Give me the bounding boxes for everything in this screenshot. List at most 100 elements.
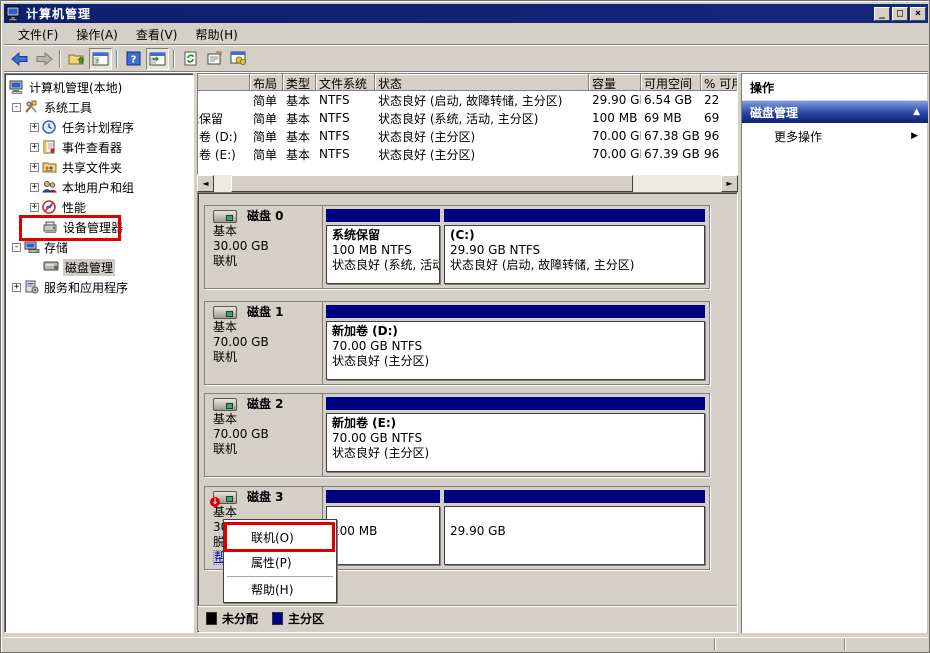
legend-label: 主分区 [288, 610, 324, 627]
app-icon [6, 6, 22, 21]
collapse-toggle[interactable]: - [12, 243, 21, 252]
collapse-section-icon[interactable]: ▲ [913, 107, 920, 117]
maximize-button[interactable]: □ [892, 7, 908, 21]
partition-unlabeled-large[interactable]: 29.90 GB [444, 490, 705, 565]
column-header-percent-free[interactable]: % 可用 [701, 74, 738, 91]
refresh-icon[interactable] [179, 48, 202, 70]
tree-item-storage[interactable]: - 存储 [5, 237, 193, 257]
menu-file[interactable]: 文件(F) [10, 24, 66, 45]
column-header-capacity[interactable]: 容量 [589, 74, 641, 91]
column-header-filesystem[interactable]: 文件系统 [316, 74, 375, 91]
status-divider [844, 639, 846, 651]
console-tree-icon[interactable] [89, 48, 112, 70]
expand-toggle[interactable]: + [30, 203, 39, 212]
tree-item-task-scheduler[interactable]: + 任务计划程序 [5, 117, 193, 137]
tree-item-performance[interactable]: + 性能 [5, 197, 193, 217]
partition-status: 状态良好 (主分区) [332, 354, 699, 369]
tree-item-device-manager[interactable]: 设备管理器 [5, 217, 193, 237]
expand-toggle[interactable]: + [12, 283, 21, 292]
disk-type: 基本 [213, 320, 316, 335]
tree-item-services-applications[interactable]: + 服务和应用程序 [5, 277, 193, 297]
volume-row[interactable]: 系统保留 简单 基本 NTFS 状态良好 (系统, 活动, 主分区) 100 M… [197, 109, 738, 127]
status-divider [714, 639, 716, 651]
menu-view[interactable]: 查看(V) [128, 24, 186, 45]
partition-title [332, 509, 434, 524]
scroll-right-icon[interactable]: ► [721, 175, 738, 192]
up-folder-icon[interactable] [65, 48, 88, 70]
console-tree: 计算机管理(本地) - 系统工具 + 任务计划程序 + 事件查看器 + [4, 73, 194, 633]
disk-status: 联机 [213, 442, 316, 457]
action-pane-title: 操作 [742, 74, 928, 101]
disk-size: 70.00 GB [213, 335, 316, 350]
expand-toggle[interactable]: + [30, 163, 39, 172]
volume-status: 状态良好 (系统, 活动, 主分区) [375, 110, 589, 127]
menu-help[interactable]: 帮助(H) [187, 24, 245, 45]
volume-free-space: 6.54 GB [641, 93, 701, 107]
toolbar-separator [59, 50, 61, 68]
horizontal-scrollbar[interactable]: ◄ ► [197, 175, 738, 192]
scrollbar-thumb[interactable] [231, 175, 633, 192]
partition-title [450, 509, 699, 524]
help-topics-icon[interactable] [227, 48, 250, 70]
column-header-status[interactable]: 状态 [375, 74, 589, 91]
action-pane-icon[interactable] [146, 48, 169, 70]
primary-partition-swatch [272, 612, 283, 625]
tree-item-computer-management[interactable]: 计算机管理(本地) [5, 77, 193, 97]
disk-label[interactable]: 磁盘 2 基本 70.00 GB 联机 [205, 394, 323, 476]
toolbar-separator [173, 50, 175, 68]
help-icon[interactable]: ? [122, 48, 145, 70]
column-header-volume[interactable]: 卷 [197, 74, 250, 91]
expand-toggle[interactable]: + [30, 183, 39, 192]
context-menu-item-online[interactable]: 联机(O) [224, 525, 336, 550]
forward-icon[interactable] [32, 48, 55, 70]
partition-status: 状态良好 (主分区) [332, 446, 699, 461]
partition-d[interactable]: 新加卷 (D:) 70.00 GB NTFS 状态良好 (主分区) [326, 305, 705, 380]
expand-toggle[interactable]: + [30, 143, 39, 152]
collapse-toggle[interactable]: - [12, 103, 21, 112]
disk-row-0[interactable]: 磁盘 0 基本 30.00 GB 联机 系统保留 100 MB NTFS 状态良… [204, 205, 710, 289]
context-menu-item-properties[interactable]: 属性(P) [224, 550, 336, 575]
more-actions-item[interactable]: 更多操作 ▶ [742, 123, 928, 149]
partition-unlabeled-small[interactable]: 100 MB [326, 490, 440, 565]
volume-list-panel: 卷 布局 类型 文件系统 状态 容量 可用空间 % 可用 (C:) 简单 基本 … [197, 73, 738, 175]
disk-status: 联机 [213, 350, 316, 365]
partition-e[interactable]: 新加卷 (E:) 70.00 GB NTFS 状态良好 (主分区) [326, 397, 705, 472]
services-icon [24, 280, 40, 294]
column-header-free-space[interactable]: 可用空间 [641, 74, 701, 91]
tree-item-disk-management[interactable]: 磁盘管理 [5, 257, 193, 277]
partition-system-reserved[interactable]: 系统保留 100 MB NTFS 状态良好 (系统, 活动, 主分区) [326, 209, 440, 284]
tree-item-local-users-groups[interactable]: + 本地用户和组 [5, 177, 193, 197]
partition-title: 新加卷 (E:) [332, 416, 699, 431]
close-button[interactable]: × [910, 7, 926, 21]
properties-icon[interactable] [203, 48, 226, 70]
disk-row-1[interactable]: 磁盘 1 基本 70.00 GB 联机 新加卷 (D:) 70.00 GB NT… [204, 301, 710, 385]
disk-label[interactable]: 磁盘 0 基本 30.00 GB 联机 [205, 206, 323, 288]
partition-size: 100 MB NTFS [332, 243, 434, 258]
scroll-left-icon[interactable]: ◄ [197, 175, 214, 192]
disk-row-2[interactable]: 磁盘 2 基本 70.00 GB 联机 新加卷 (E:) 70.00 GB NT… [204, 393, 710, 477]
column-header-type[interactable]: 类型 [283, 74, 316, 91]
column-header-layout[interactable]: 布局 [250, 74, 283, 91]
tree-item-shared-folders[interactable]: + 共享文件夹 [5, 157, 193, 177]
partition-c[interactable]: (C:) 29.90 GB NTFS 状态良好 (启动, 故障转储, 主分区) [444, 209, 705, 284]
volume-table-header: 卷 布局 类型 文件系统 状态 容量 可用空间 % 可用 [197, 74, 738, 91]
volume-free-space: 67.39 GB [641, 147, 701, 161]
volume-row[interactable]: 新加卷 (D:) 简单 基本 NTFS 状态良好 (主分区) 70.00 GB … [197, 127, 738, 145]
disk-status: 联机 [213, 254, 316, 269]
tree-item-event-viewer[interactable]: + 事件查看器 [5, 137, 193, 157]
disk-drive-icon [213, 210, 237, 223]
disk-label[interactable]: 磁盘 1 基本 70.00 GB 联机 [205, 302, 323, 384]
disk-type: 基本 [213, 224, 316, 239]
volume-row[interactable]: 新加卷 (E:) 简单 基本 NTFS 状态良好 (主分区) 70.00 GB … [197, 145, 738, 163]
volume-row[interactable]: (C:) 简单 基本 NTFS 状态良好 (启动, 故障转储, 主分区) 29.… [197, 91, 738, 109]
action-section-header[interactable]: 磁盘管理 ▲ [742, 101, 928, 123]
context-menu-item-help[interactable]: 帮助(H) [224, 579, 336, 600]
toolbar-separator [116, 50, 118, 68]
tree-item-system-tools[interactable]: - 系统工具 [5, 97, 193, 117]
minimize-button[interactable]: _ [874, 7, 890, 21]
expand-toggle[interactable]: + [30, 123, 39, 132]
tree-item-label: 性能 [62, 199, 86, 216]
menu-action[interactable]: 操作(A) [68, 24, 126, 45]
back-icon[interactable] [8, 48, 31, 70]
volume-percent-free: 69 [701, 111, 738, 125]
